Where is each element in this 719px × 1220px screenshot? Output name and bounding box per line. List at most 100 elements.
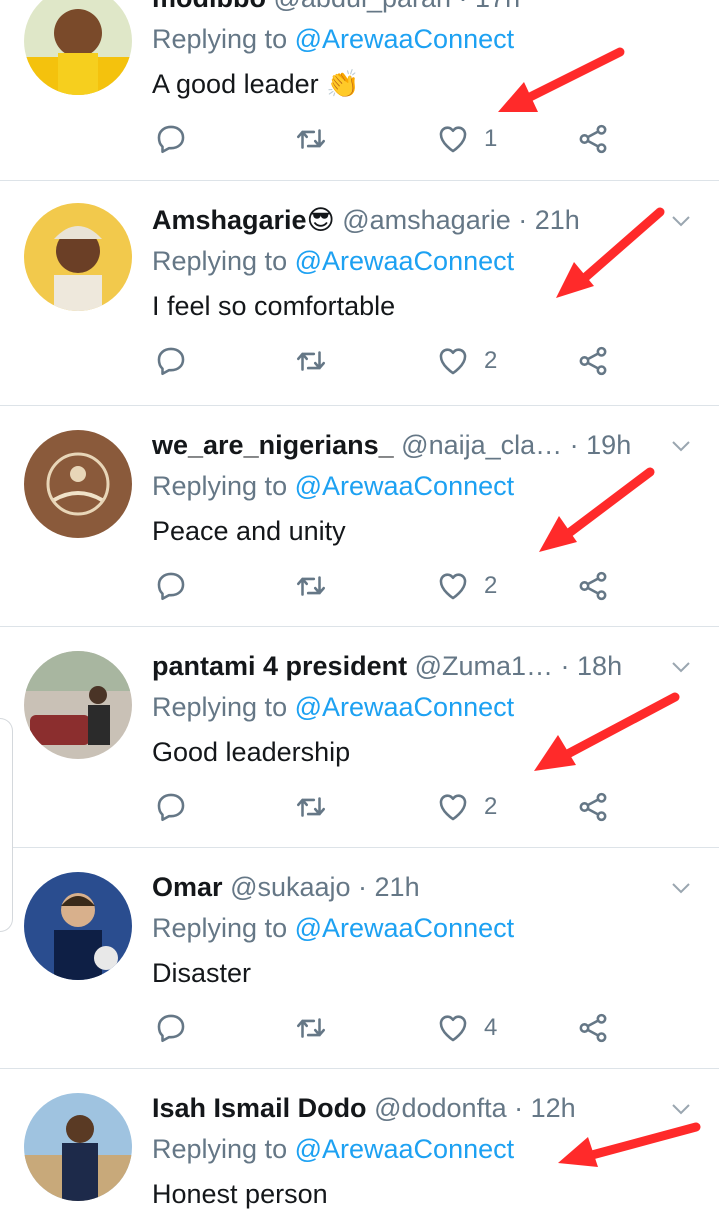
avatar[interactable] <box>24 0 132 95</box>
tweet-text: A good leader 👏 <box>152 69 360 99</box>
tweet-text: Disaster <box>152 958 252 988</box>
tweet-text: Honest person <box>152 1179 328 1209</box>
author-handle[interactable]: @naija_cla… <box>401 430 562 460</box>
author-name[interactable]: Omar <box>152 872 223 902</box>
author-name[interactable]: Amshagarie😎 <box>152 205 335 235</box>
share-icon <box>579 792 607 822</box>
retweet-icon <box>296 797 326 817</box>
mention-link[interactable]: @ArewaaConnect <box>295 1134 515 1164</box>
reply-button[interactable] <box>154 119 188 159</box>
timestamp: · 21h <box>510 205 580 235</box>
timestamp: · 21h <box>350 872 420 902</box>
timestamp: · 12h <box>506 1093 576 1123</box>
replying-to: Replying to @ArewaaConnect <box>152 1132 514 1166</box>
share-button[interactable] <box>576 119 610 159</box>
like-count: 1 <box>484 125 498 152</box>
mention-link[interactable]: @ArewaaConnect <box>295 24 515 54</box>
author-name[interactable]: modibbo <box>152 0 266 13</box>
like-count: 2 <box>484 793 498 820</box>
tweet-header: Isah Ismail Dodo @dodonfta · 12h <box>152 1091 659 1125</box>
chevron-down-icon[interactable] <box>669 876 693 900</box>
retweet-icon <box>296 1018 326 1038</box>
like-count: 2 <box>484 347 498 374</box>
replying-to-label: Replying to <box>152 692 295 722</box>
replying-to-label: Replying to <box>152 471 295 501</box>
reply-icon <box>157 125 185 154</box>
avatar[interactable] <box>24 1093 132 1201</box>
mention-link[interactable]: @ArewaaConnect <box>295 246 515 276</box>
reply-icon <box>157 347 185 376</box>
retweet-button[interactable] <box>294 1008 328 1048</box>
author-handle[interactable]: @amshagarie <box>342 205 511 235</box>
replying-to: Replying to @ArewaaConnect <box>152 690 514 724</box>
chevron-down-icon[interactable] <box>669 655 693 679</box>
replying-to-label: Replying to <box>152 1134 295 1164</box>
replying-to: Replying to @ArewaaConnect <box>152 244 514 278</box>
mention-link[interactable]: @ArewaaConnect <box>295 692 515 722</box>
author-handle[interactable]: @abdul_parah <box>274 0 452 13</box>
tweet-header: Omar @sukaajo · 21h <box>152 870 659 904</box>
share-button[interactable] <box>576 787 610 827</box>
share-button[interactable] <box>576 341 610 381</box>
like-count: 2 <box>484 572 498 599</box>
avatar[interactable] <box>24 430 132 538</box>
tweet[interactable]: modibbo @abdul_parah · 17h Replying to @… <box>0 0 719 181</box>
replying-to-label: Replying to <box>152 913 295 943</box>
like-button[interactable]: 2 <box>436 787 497 827</box>
replying-to-label: Replying to <box>152 246 295 276</box>
author-handle[interactable]: @sukaajo <box>230 872 350 902</box>
reply-button[interactable] <box>154 787 188 827</box>
mention-link[interactable]: @ArewaaConnect <box>295 471 515 501</box>
action-bar: 2 <box>152 341 622 381</box>
like-button[interactable]: 2 <box>436 566 497 606</box>
replying-to-label: Replying to <box>152 24 295 54</box>
tweet[interactable]: Isah Ismail Dodo @dodonfta · 12h Replyin… <box>0 1069 719 1220</box>
tweet[interactable]: Omar @sukaajo · 21h Replying to @ArewaaC… <box>0 848 719 1069</box>
author-name[interactable]: we_are_nigerians_ <box>152 430 394 460</box>
share-icon <box>579 571 607 601</box>
avatar[interactable] <box>24 651 132 759</box>
like-button[interactable]: 4 <box>436 1008 497 1048</box>
retweet-button[interactable] <box>294 787 328 827</box>
like-button[interactable]: 1 <box>436 119 497 159</box>
tweet-header: Amshagarie😎 @amshagarie · 21h <box>152 203 659 237</box>
tweet-header: pantami 4 president @Zuma1… · 18h <box>152 649 659 683</box>
tweet[interactable]: we_are_nigerians_ @naija_cla… · 19h Repl… <box>0 406 719 627</box>
action-bar: 2 <box>152 566 622 606</box>
timestamp: · 17h <box>451 0 521 13</box>
author-handle[interactable]: @dodonfta <box>374 1093 507 1123</box>
retweet-button[interactable] <box>294 119 328 159</box>
reply-button[interactable] <box>154 566 188 606</box>
like-icon <box>439 1015 467 1042</box>
reply-button[interactable] <box>154 341 188 381</box>
reply-icon <box>157 572 185 601</box>
timestamp: · 19h <box>562 430 632 460</box>
share-button[interactable] <box>576 566 610 606</box>
share-icon <box>579 1013 607 1043</box>
reply-icon <box>157 1014 185 1043</box>
tweet[interactable]: Amshagarie😎 @amshagarie · 21h Replying t… <box>0 181 719 406</box>
author-handle[interactable]: @Zuma1… <box>415 651 553 681</box>
retweet-icon <box>296 351 326 371</box>
replying-to: Replying to @ArewaaConnect <box>152 911 514 945</box>
mention-link[interactable]: @ArewaaConnect <box>295 913 515 943</box>
retweet-button[interactable] <box>294 566 328 606</box>
like-button[interactable]: 2 <box>436 341 497 381</box>
author-name[interactable]: pantami 4 president <box>152 651 407 681</box>
tweet-text: Peace and unity <box>152 516 346 546</box>
chevron-down-icon[interactable] <box>669 1097 693 1121</box>
tweet[interactable]: pantami 4 president @Zuma1… · 18h Replyi… <box>0 627 719 848</box>
author-name[interactable]: Isah Ismail Dodo <box>152 1093 367 1123</box>
tweet-header: modibbo @abdul_parah · 17h <box>152 0 659 15</box>
like-icon <box>439 126 467 153</box>
avatar[interactable] <box>24 203 132 311</box>
chevron-down-icon[interactable] <box>669 434 693 458</box>
chevron-down-icon[interactable] <box>669 209 693 233</box>
reply-button[interactable] <box>154 1008 188 1048</box>
like-icon <box>439 348 467 375</box>
like-icon <box>439 794 467 821</box>
avatar[interactable] <box>24 872 132 980</box>
share-icon <box>579 124 607 154</box>
retweet-button[interactable] <box>294 341 328 381</box>
share-button[interactable] <box>576 1008 610 1048</box>
